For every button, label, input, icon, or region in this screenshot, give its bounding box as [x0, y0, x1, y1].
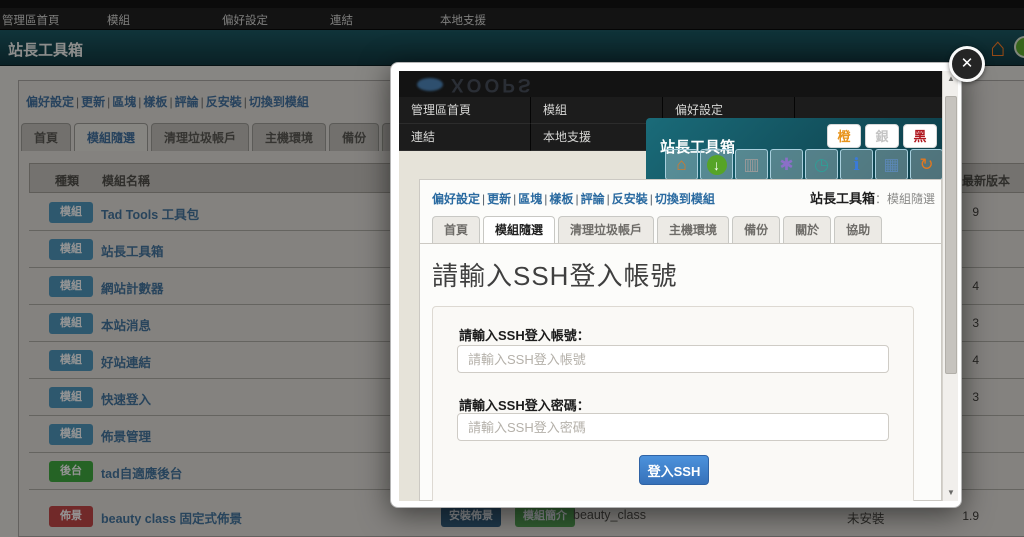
mini-tabs: 首頁 模組隨選 清理垃圾帳戶 主機環境 備份 關於 協助 [432, 216, 885, 243]
scroll-down-arrow[interactable]: ▼ [943, 485, 959, 501]
backup-clock-icon[interactable]: ◷ [805, 149, 838, 180]
xoops-logo-blob [417, 78, 443, 91]
tab-home[interactable]: 首頁 [432, 216, 480, 243]
screenshot-icon[interactable]: ▦ [875, 149, 908, 180]
breadcrumb: 站長工具箱：模組隨選 [810, 188, 935, 207]
link-preferences[interactable]: 偏好設定 [432, 192, 480, 206]
xoops-logo: XOOPS [451, 73, 534, 95]
modal-scrollbar[interactable]: ▲ ▼ [942, 71, 958, 501]
tab-about[interactable]: 關於 [783, 216, 831, 243]
screen: 管理區首頁 模組 偏好設定 連結 本地支援 站長工具箱 ⌂ 偏好設定|更新|區塊… [0, 0, 1024, 537]
refresh-icon[interactable]: ↻ [910, 149, 942, 180]
ssh-login-button[interactable]: 登入SSH [639, 455, 709, 485]
mini-nav-modules[interactable]: 模組 [531, 97, 663, 124]
link-uninstall[interactable]: 反安裝 [612, 192, 648, 206]
mini-content-panel: 偏好設定|更新|區塊|樣板|評論|反安裝|切換到模組 站長工具箱：模組隨選 首頁… [419, 179, 942, 501]
theme-color-orange-button[interactable]: 橙 [827, 124, 861, 148]
download-icon[interactable]: ↓ [700, 149, 733, 180]
link-blocks[interactable]: 區塊 [518, 192, 542, 206]
mini-nav-admin-home[interactable]: 管理區首頁 [399, 97, 531, 124]
tab-module-ondemand[interactable]: 模組隨選 [483, 216, 555, 243]
mini-nav-links[interactable]: 連結 [399, 124, 531, 151]
ssh-account-input[interactable] [457, 345, 889, 373]
modal-dialog: XOOPS 管理區首頁 模組 偏好設定 連結 本地支援 站長工具箱 橙 銀 黑 … [390, 62, 962, 508]
ssh-login-form: 請輸入SSH登入帳號： 請輸入SSH登入密碼： 登入SSH [432, 306, 914, 501]
link-switch-module[interactable]: 切換到模組 [655, 192, 715, 206]
theme-color-black-button[interactable]: 黑 [903, 124, 937, 148]
link-templates[interactable]: 樣板 [549, 192, 573, 206]
link-update[interactable]: 更新 [487, 192, 511, 206]
link-comments[interactable]: 評論 [581, 192, 605, 206]
info-icon[interactable]: ℹ [840, 149, 873, 180]
tab-host-env[interactable]: 主機環境 [657, 216, 729, 243]
theme-color-silver-button[interactable]: 銀 [865, 124, 899, 148]
ssh-login-heading: 請輸入SSH登入帳號 [432, 256, 677, 293]
ssh-password-input[interactable] [457, 413, 889, 441]
mini-logo-bar: XOOPS [399, 71, 942, 97]
mini-icon-toolbar: ⌂ ↓ ▥ ✱ ◷ ℹ ▦ ↻ [665, 149, 942, 180]
ssh-account-label: 請輸入SSH登入帳號： [459, 325, 590, 344]
mini-module-links: 偏好設定|更新|區塊|樣板|評論|反安裝|切換到模組 [432, 190, 715, 207]
home-icon[interactable]: ⌂ [665, 149, 698, 180]
scrollbar-thumb[interactable] [945, 96, 957, 374]
tab-help[interactable]: 協助 [834, 216, 882, 243]
trash-icon[interactable]: ▥ [735, 149, 768, 180]
folder-gear-icon[interactable]: ✱ [770, 149, 803, 180]
tab-backup[interactable]: 備份 [732, 216, 780, 243]
close-icon[interactable]: ✕ [949, 46, 985, 82]
modal-mini-page: XOOPS 管理區首頁 模組 偏好設定 連結 本地支援 站長工具箱 橙 銀 黑 … [399, 71, 942, 501]
ssh-password-label: 請輸入SSH登入密碼： [459, 395, 590, 414]
mini-nav-local-support[interactable]: 本地支援 [531, 124, 663, 151]
tab-clean-accounts[interactable]: 清理垃圾帳戶 [558, 216, 654, 243]
